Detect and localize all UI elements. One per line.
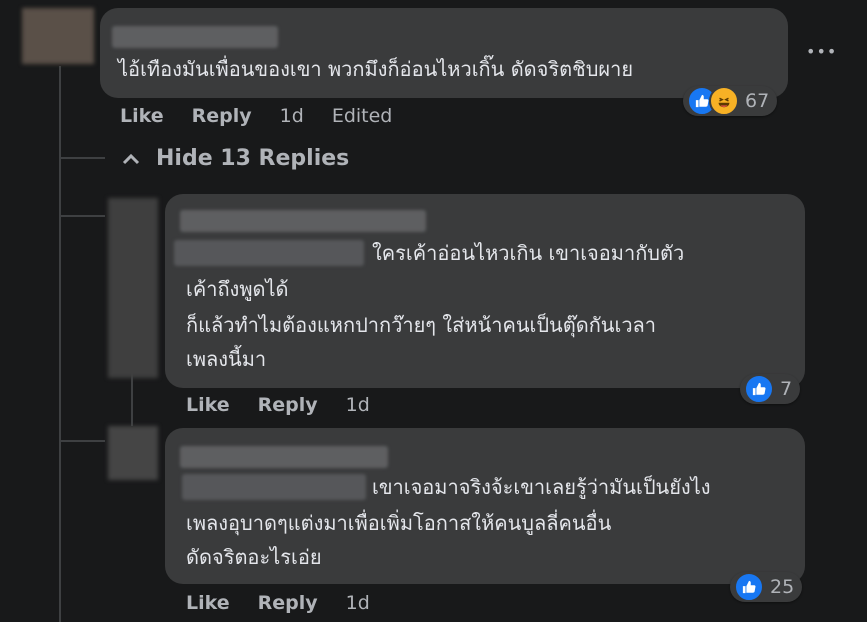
reaction-count: 67 [745, 90, 770, 112]
more-options-icon[interactable]: ••• [806, 42, 837, 61]
edited-label: Edited [331, 105, 393, 127]
reply-text-line: เพลงอุบาดๆแต่งมาเพื่อเพิ่มโอกาสให้คนบูลล… [186, 511, 612, 535]
avatar[interactable] [22, 8, 94, 64]
timestamp[interactable]: 1d [280, 105, 304, 127]
reaction-count: 7 [780, 378, 793, 400]
reply-button[interactable]: Reply [258, 394, 318, 416]
thread-connector-reply-1 [59, 215, 105, 217]
reply-author-name[interactable] [180, 446, 388, 468]
thread-line-main [59, 66, 61, 622]
like-button[interactable]: Like [186, 394, 230, 416]
thread-connector-reply-2 [59, 440, 105, 442]
timestamp[interactable]: 1d [346, 394, 370, 416]
reply-text-line: เพลงนี้มา [186, 347, 267, 371]
mention-tag[interactable] [182, 474, 366, 500]
like-icon [734, 572, 764, 602]
hide-replies-button[interactable]: Hide 13 Replies [122, 146, 349, 171]
commenter-name[interactable] [112, 26, 278, 48]
reply-author-name[interactable] [180, 210, 426, 232]
reaction-summary[interactable]: 25 [730, 572, 803, 602]
reply-text-line: ก็แล้วทำไมต้องแหกปากว๊ายๆ ใส่หน้าคนเป็นต… [186, 313, 657, 337]
comment-text: ไอ้เทืองมันเพื่อนของเขา พวกมึงก็อ่อนไหวเ… [118, 57, 634, 81]
like-button[interactable]: Like [120, 105, 164, 127]
hide-replies-label: Hide 13 Replies [156, 146, 350, 171]
like-icon [744, 374, 774, 404]
reaction-summary[interactable]: 7 [740, 374, 801, 404]
like-button[interactable]: Like [186, 592, 230, 614]
thread-connector-toggle [59, 157, 105, 159]
haha-icon [709, 86, 739, 116]
avatar[interactable] [108, 426, 158, 480]
reply-button[interactable]: Reply [258, 592, 318, 614]
comment-actions: Like Reply 1d Edited [120, 105, 420, 127]
reaction-count: 25 [770, 576, 795, 598]
reaction-summary[interactable]: 67 [683, 86, 778, 116]
avatar[interactable] [108, 198, 158, 378]
timestamp[interactable]: 1d [346, 592, 370, 614]
reply-actions: Like Reply 1d [186, 394, 398, 416]
reply-text-line: เค้าถึงพูดได้ [186, 277, 289, 301]
reply-actions: Like Reply 1d [186, 592, 398, 614]
reply-button[interactable]: Reply [192, 105, 252, 127]
reply-text-line: ดัดจริตอะไรเอ่ย [186, 545, 322, 569]
reply-text-line: ใครเค้าอ่อนไหวเกิน เขาเจอมากับตัว [372, 241, 685, 265]
mention-tag[interactable] [174, 240, 364, 266]
chevron-up-icon [122, 153, 140, 164]
reply-text-line: เขาเจอมาจริงจ้ะเขาเลยรู้ว่ามันเป็นยังไง [372, 475, 711, 499]
